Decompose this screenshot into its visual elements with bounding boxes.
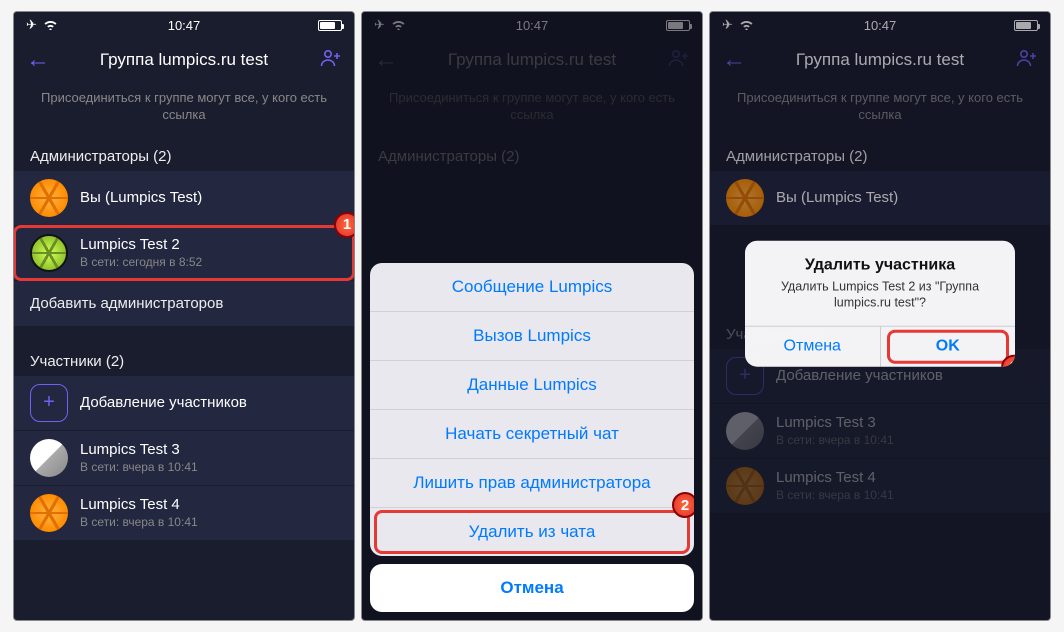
add-members[interactable]: + Добавление участников (14, 376, 354, 431)
alert-cancel-button[interactable]: Отмена (745, 326, 881, 366)
nav-bar: ← Группа lumpics.ru test (14, 38, 354, 82)
join-hint: Присоединиться к группе могут все, у ког… (14, 82, 354, 138)
sheet-message[interactable]: Сообщение Lumpics (370, 263, 694, 312)
member-row[interactable]: Lumpics Test 3 В сети: вчера в 10:41 (14, 431, 354, 486)
phone-screen-2: ✈ 10:47 ← Группа lumpics.ru test Присоед… (361, 11, 703, 621)
admin-name: Вы (Lumpics Test) (80, 189, 338, 206)
back-button[interactable]: ← (26, 46, 56, 74)
status-bar: ✈ 10:47 (14, 12, 354, 38)
battery-icon (318, 20, 342, 31)
member-name: Lumpics Test 4 (80, 496, 338, 513)
member-status: В сети: вчера в 10:41 (80, 460, 338, 474)
sheet-remove-from-chat[interactable]: Удалить из чата 2 (370, 508, 694, 556)
step-badge-3: 3 (1001, 354, 1015, 366)
sheet-revoke-admin[interactable]: Лишить прав администратора (370, 459, 694, 508)
action-sheet: Сообщение Lumpics Вызов Lumpics Данные L… (370, 263, 694, 612)
alert-title: Удалить участника (759, 257, 1001, 275)
admin-status: В сети: сегодня в 8:52 (80, 255, 338, 269)
add-admins[interactable]: Добавить администраторов (14, 281, 354, 327)
sheet-info[interactable]: Данные Lumpics (370, 361, 694, 410)
sheet-call[interactable]: Вызов Lumpics (370, 312, 694, 361)
members-header: Участники (2) (14, 343, 354, 376)
member-name: Lumpics Test 3 (80, 441, 338, 458)
wifi-icon (43, 18, 58, 33)
avatar-icon (30, 494, 68, 532)
sheet-secret-chat[interactable]: Начать секретный чат (370, 410, 694, 459)
avatar-icon (30, 439, 68, 477)
member-row[interactable]: Lumpics Test 4 В сети: вчера в 10:41 (14, 486, 354, 541)
admin-name: Lumpics Test 2 (80, 236, 338, 253)
admin-row-you[interactable]: Вы (Lumpics Test) (14, 171, 354, 226)
step-badge-2: 2 (672, 492, 694, 518)
admins-header: Администраторы (2) (14, 138, 354, 171)
avatar-icon (30, 234, 68, 272)
phone-screen-1: ✈ 10:47 ← Группа lumpics.ru test Присоед… (13, 11, 355, 621)
step-badge-1: 1 (334, 212, 355, 238)
alert-message: Удалить Lumpics Test 2 из "Группа lumpic… (759, 279, 1001, 312)
add-person-icon[interactable] (312, 47, 342, 73)
avatar-icon (30, 179, 68, 217)
sheet-cancel[interactable]: Отмена (370, 564, 694, 612)
phone-screen-3: ✈ 10:47 ← Группа lumpics.ru test Присоед… (709, 11, 1051, 621)
add-members-label: Добавление участников (80, 394, 338, 411)
confirm-alert: Удалить участника Удалить Lumpics Test 2… (745, 241, 1015, 367)
status-time: 10:47 (168, 18, 201, 33)
plus-icon: + (30, 384, 68, 422)
admin-row-target[interactable]: Lumpics Test 2 В сети: сегодня в 8:52 1 (14, 226, 354, 281)
alert-ok-button[interactable]: OK 3 (881, 326, 1016, 366)
member-status: В сети: вчера в 10:41 (80, 515, 338, 529)
airplane-icon: ✈ (26, 17, 37, 33)
page-title: Группа lumpics.ru test (56, 50, 312, 70)
